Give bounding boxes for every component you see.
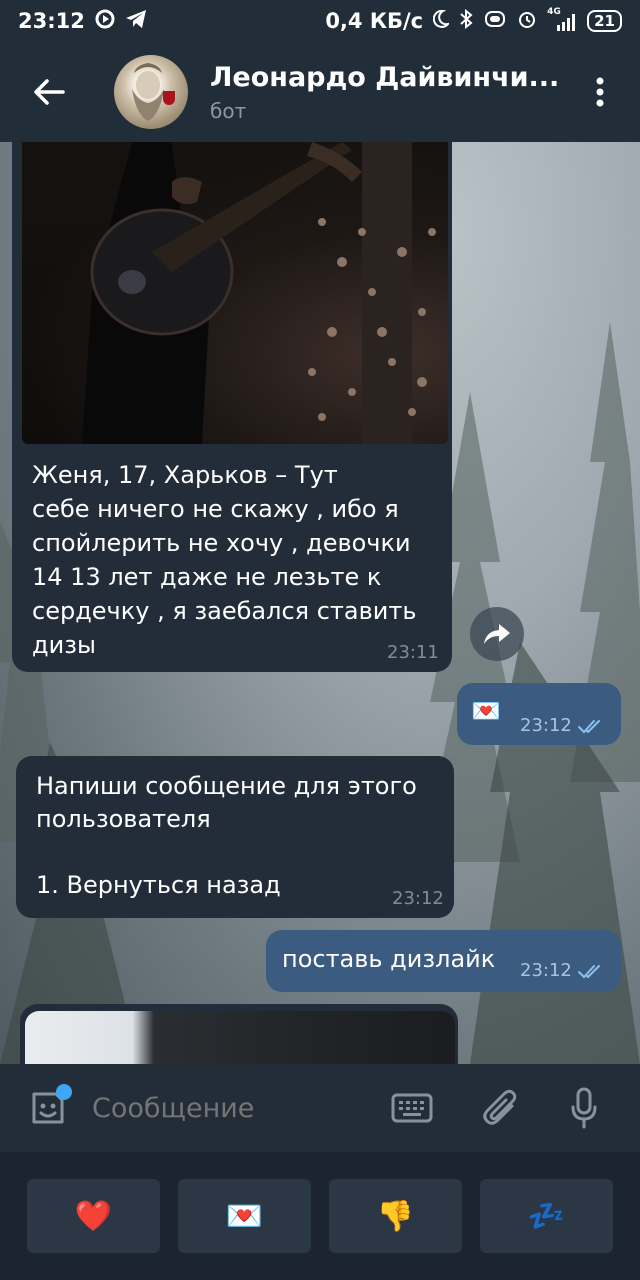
microphone-icon [571, 1087, 597, 1129]
incoming-message[interactable]: Напиши сообщение для этого пользователя … [16, 756, 454, 918]
share-arrow-icon [484, 624, 510, 644]
double-check-icon [578, 720, 600, 734]
message-text: поставь дизлайк [282, 945, 496, 973]
keyboard-button-thumbs-down[interactable]: 👎 [329, 1179, 462, 1253]
heart-icon: ❤️ [74, 1198, 113, 1234]
battery-indicator: 21 [587, 10, 622, 32]
keyboard-icon [391, 1093, 433, 1123]
attach-button[interactable] [474, 1082, 526, 1134]
notification-dot [56, 1084, 72, 1100]
chat-header: Леонардо Дайвинчи... бот [0, 42, 640, 142]
message-time: 23:12 [520, 715, 572, 736]
outgoing-message[interactable]: поставь дизлайк 23:12 [266, 930, 621, 992]
status-bar: 23:12 0,4 КБ/с 4G 21 [0, 0, 640, 42]
message-photo[interactable] [25, 1011, 455, 1064]
chat-info[interactable]: Леонардо Дайвинчи... бот [210, 62, 580, 123]
chat-area[interactable]: Женя, 17, Харьков – Тут себе ничего не с… [0, 142, 640, 1064]
telegram-icon [125, 9, 147, 34]
avatar[interactable] [114, 55, 188, 129]
keyboard-toggle-button[interactable] [386, 1082, 438, 1134]
message-input[interactable] [92, 1092, 372, 1124]
voice-button[interactable] [558, 1082, 610, 1134]
chat-title: Леонардо Дайвинчи... [210, 61, 560, 93]
incoming-photo-message[interactable] [20, 1004, 458, 1064]
record-icon [95, 9, 115, 34]
message-text: Напиши сообщение для этого пользователя … [36, 772, 417, 899]
status-time: 23:12 [18, 9, 85, 33]
message-time: 23:12 [520, 960, 572, 981]
sticker-button[interactable] [24, 1084, 72, 1132]
net-speed: 0,4 КБ/с [325, 9, 424, 33]
bluetooth-icon [459, 8, 473, 34]
more-menu-button[interactable] [580, 60, 620, 124]
keyboard-button-heart[interactable]: ❤️ [27, 1179, 160, 1253]
moon-icon [432, 9, 451, 33]
network-type: 4G [547, 7, 561, 17]
message-time: 23:12 [392, 888, 444, 909]
wine-glass-icon [163, 91, 175, 105]
sleep-icon: 💤 [527, 1198, 566, 1234]
forward-button[interactable] [470, 607, 524, 661]
keyboard-button-love-letter[interactable]: 💌 [178, 1179, 311, 1253]
arrow-left-icon [34, 79, 65, 105]
vibrate-icon [483, 10, 507, 33]
message-time: 23:11 [387, 642, 439, 663]
incoming-message[interactable]: Женя, 17, Харьков – Тут себе ничего не с… [12, 142, 452, 672]
back-button[interactable] [17, 60, 81, 124]
paperclip-icon [483, 1089, 517, 1125]
message-input-bar [0, 1064, 640, 1152]
message-text: 💌 [471, 697, 501, 725]
message-photo[interactable] [22, 142, 448, 444]
more-vertical-icon [596, 77, 604, 107]
double-check-icon [578, 965, 600, 979]
signal-icon: 4G [547, 7, 577, 31]
bot-keyboard: ❤️ 💌 👎 💤 [0, 1152, 640, 1280]
message-text: Женя, 17, Харьков – Тут себе ничего не с… [32, 461, 417, 659]
outgoing-message[interactable]: 💌 23:12 [457, 683, 621, 745]
keyboard-button-sleep[interactable]: 💤 [480, 1179, 613, 1253]
alarm-icon [517, 9, 537, 34]
love-letter-icon: 💌 [225, 1198, 264, 1234]
chat-subtitle: бот [210, 98, 247, 123]
thumbs-down-icon: 👎 [376, 1198, 415, 1234]
